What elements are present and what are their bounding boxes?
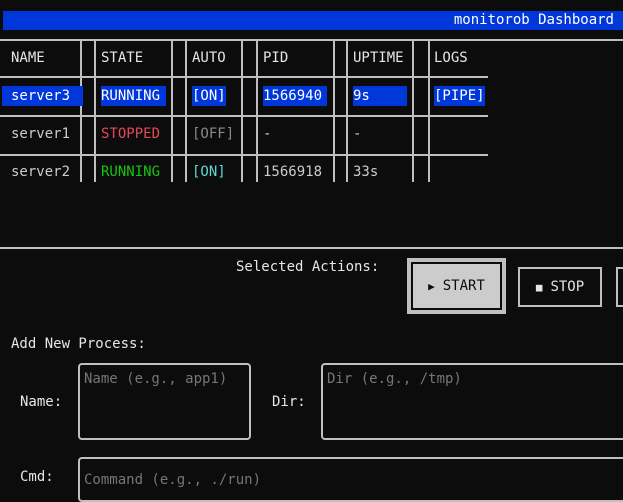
next-action-button[interactable] xyxy=(616,267,623,307)
column-separator xyxy=(346,41,348,182)
add-process-heading: Add New Process: xyxy=(11,336,146,352)
row-auto[interactable]: [ON] xyxy=(192,86,226,106)
row-separator xyxy=(0,154,488,156)
name-input[interactable] xyxy=(78,363,251,440)
table-bottom-border xyxy=(0,247,623,249)
row-auto[interactable]: [ON] xyxy=(192,162,226,182)
column-separator xyxy=(412,41,414,182)
cmd-input[interactable] xyxy=(78,457,623,502)
table-row[interactable]: server1 STOPPED [OFF] - - xyxy=(0,124,488,144)
row-pid: - xyxy=(263,126,272,142)
header-separator xyxy=(0,76,488,78)
name-label: Name: xyxy=(20,394,63,410)
start-button[interactable]: ▶ START xyxy=(407,258,506,314)
column-separator xyxy=(94,41,96,182)
row-state: RUNNING xyxy=(101,164,161,180)
column-header-pid[interactable]: PID xyxy=(263,48,288,68)
start-button-label: START xyxy=(442,278,485,294)
column-separator xyxy=(171,41,173,182)
play-icon: ▶ xyxy=(428,279,435,293)
stop-icon: ■ xyxy=(535,280,543,294)
stop-button[interactable]: ■ STOP xyxy=(518,267,602,307)
row-separator xyxy=(0,115,488,117)
selected-actions-label: Selected Actions: xyxy=(236,259,380,275)
row-pid: 1566940 xyxy=(263,86,328,106)
title-bar: monitorob Dashboard xyxy=(3,11,623,30)
row-name: server1 xyxy=(11,126,71,142)
row-uptime: - xyxy=(353,126,362,142)
row-pid: 1566918 xyxy=(263,164,323,180)
dir-input[interactable] xyxy=(321,363,623,440)
column-separator xyxy=(428,41,430,182)
stop-button-label: STOP xyxy=(550,279,585,295)
row-logs[interactable]: [PIPE] xyxy=(434,86,485,106)
column-separator xyxy=(80,41,82,182)
column-header-uptime[interactable]: UPTIME xyxy=(353,48,404,68)
row-uptime: 33s xyxy=(353,164,379,180)
column-separator xyxy=(256,41,258,182)
table-row[interactable]: server3 RUNNING [ON] 1566940 9s [PIPE] xyxy=(0,86,488,106)
table-row[interactable]: server2 RUNNING [ON] 1566918 33s xyxy=(0,162,488,182)
column-header-name[interactable]: NAME xyxy=(11,48,45,68)
column-header-logs[interactable]: LOGS xyxy=(434,48,468,68)
column-separator xyxy=(241,41,243,182)
row-name: server3 xyxy=(2,86,83,106)
column-separator xyxy=(333,41,335,182)
row-name: server2 xyxy=(11,164,71,180)
row-state: RUNNING xyxy=(101,86,167,106)
app-title: monitorob Dashboard xyxy=(453,12,614,28)
column-header-auto[interactable]: AUTO xyxy=(192,48,226,68)
column-separator xyxy=(185,41,187,182)
column-header-state[interactable]: STATE xyxy=(101,48,143,68)
dir-label: Dir: xyxy=(272,394,306,410)
row-state: STOPPED xyxy=(101,126,161,142)
cmd-label: Cmd: xyxy=(20,469,54,485)
row-uptime: 9s xyxy=(353,86,407,106)
row-auto[interactable]: [OFF] xyxy=(192,124,234,144)
